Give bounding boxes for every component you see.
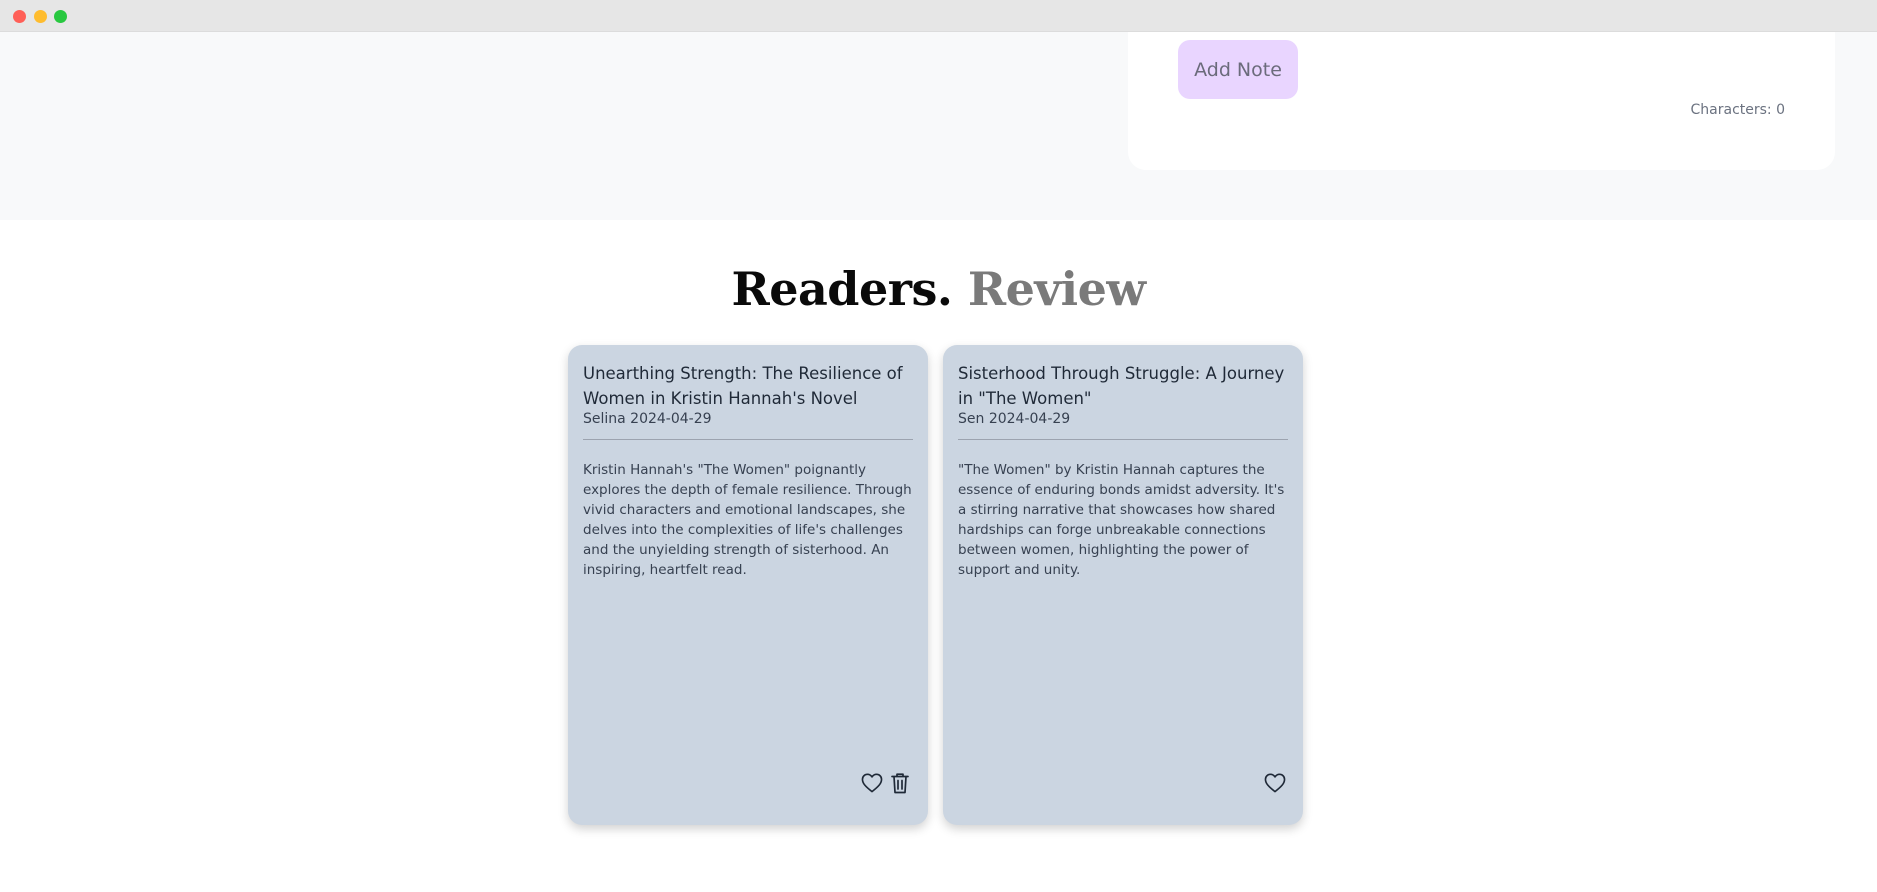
review-title: Sisterhood Through Struggle: A Journey i… — [958, 364, 1285, 408]
heading-readers: Readers. — [731, 262, 953, 316]
character-count: Characters: 0 — [1690, 102, 1786, 118]
heading-review: Review — [967, 262, 1146, 316]
card-divider — [583, 439, 913, 440]
heart-icon[interactable] — [1262, 770, 1288, 796]
review-title: Unearthing Strength: The Resilience of W… — [583, 364, 903, 408]
note-panel: Add Note Characters: 0 — [1128, 32, 1835, 170]
review-body: "The Women" by Kristin Hannah captures t… — [958, 462, 1285, 578]
review-author-date: Sen 2024-04-29 — [958, 411, 1071, 427]
review-author-date: Selina 2024-04-29 — [583, 411, 712, 427]
review-card: Sisterhood Through Struggle: A Journey i… — [943, 345, 1303, 825]
add-note-button[interactable]: Add Note — [1178, 40, 1298, 99]
maximize-window-button[interactable] — [54, 10, 67, 23]
note-section: Add Note Characters: 0 — [0, 32, 1877, 220]
close-window-button[interactable] — [13, 10, 26, 23]
minimize-window-button[interactable] — [34, 10, 47, 23]
review-body: Kristin Hannah's "The Women" poignantly … — [583, 462, 912, 578]
reviews-heading: Readers. Review — [0, 262, 1877, 316]
window-titlebar — [0, 0, 1877, 32]
heart-icon[interactable] — [859, 770, 885, 796]
review-card: Unearthing Strength: The Resilience of W… — [568, 345, 928, 825]
trash-icon[interactable] — [887, 770, 913, 796]
card-divider — [958, 439, 1288, 440]
